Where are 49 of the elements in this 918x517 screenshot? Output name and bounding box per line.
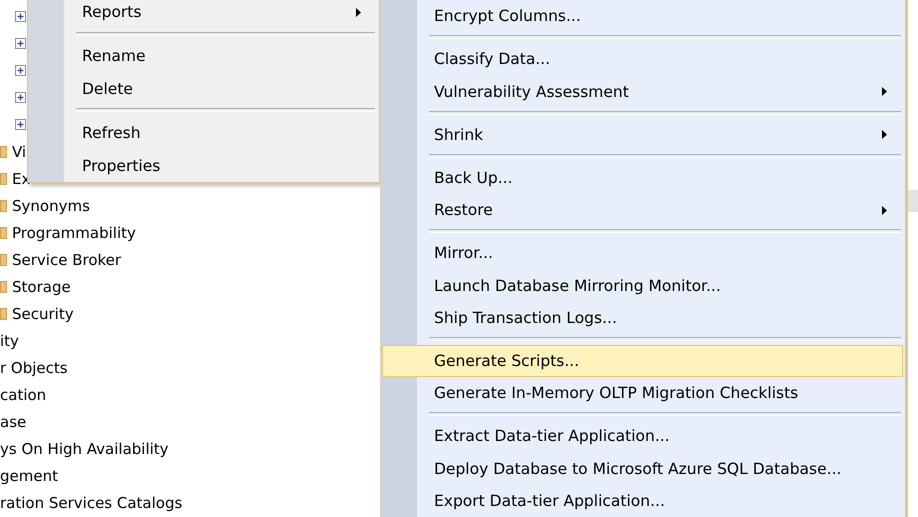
menu-item[interactable]: Launch Database Mirroring Monitor... <box>382 269 903 302</box>
menu-item[interactable]: Reports <box>29 0 377 29</box>
submenu-arrow-icon <box>881 86 888 98</box>
submenu-arrow-icon <box>355 6 362 18</box>
tree-item[interactable]: cation <box>0 386 46 404</box>
submenu-arrow-icon <box>881 129 888 140</box>
expand-icon[interactable] <box>15 11 26 22</box>
menu-item[interactable]: Back Up... <box>382 162 903 194</box>
menu-item[interactable]: Generate Scripts... <box>382 344 903 378</box>
menu-item[interactable]: Classify Data... <box>382 43 903 76</box>
panel-strip <box>908 190 918 212</box>
expand-icon[interactable] <box>15 119 26 130</box>
expand-icon[interactable] <box>15 38 26 49</box>
menu-item[interactable]: Delete <box>29 72 377 106</box>
menu-item[interactable]: Vulnerability Assessment <box>382 75 903 108</box>
menu-item[interactable]: Restore <box>382 194 903 226</box>
folder-icon <box>0 308 7 320</box>
folder-icon <box>0 200 7 212</box>
tree-item[interactable]: ity <box>0 332 19 350</box>
menu-item[interactable]: Shrink <box>382 118 903 151</box>
menu-item[interactable]: Rename <box>29 40 377 73</box>
menu-item[interactable]: Encrypt Columns... <box>382 0 903 32</box>
menu-item[interactable]: Refresh <box>29 116 377 150</box>
tree-item[interactable]: ase <box>0 412 26 430</box>
folder-icon <box>0 146 7 158</box>
tree-item[interactable]: Service Broker <box>12 250 122 268</box>
tree-item[interactable]: Security <box>12 304 74 322</box>
expand-icon[interactable] <box>15 92 26 103</box>
menu-item[interactable]: Deploy Database to Microsoft Azure SQL Database... <box>382 452 903 485</box>
menu-item[interactable]: Generate In-Memory OLTP Migration Checklists <box>382 377 903 410</box>
menu-item[interactable]: Ship Transaction Logs... <box>382 302 903 334</box>
folder-icon <box>0 280 7 292</box>
tree-item[interactable]: Programmability <box>12 224 136 242</box>
tree-item[interactable]: r Objects <box>0 358 68 376</box>
menu-item[interactable]: Extract Data-tier Application... <box>382 420 903 453</box>
folder-icon <box>0 172 7 184</box>
tree-item[interactable]: gement <box>0 466 58 484</box>
menu-item[interactable]: Properties <box>29 149 377 182</box>
submenu-arrow-icon <box>881 204 888 216</box>
tree-item[interactable]: Storage <box>12 278 71 296</box>
menu-item[interactable]: Mirror... <box>382 237 903 270</box>
folder-icon <box>0 226 7 238</box>
tree-item[interactable]: Synonyms <box>12 196 90 214</box>
tree-item[interactable]: ration Services Catalogs <box>0 494 182 512</box>
expand-icon[interactable] <box>15 65 26 76</box>
tree-item[interactable]: Vi <box>12 142 26 160</box>
menu-item[interactable]: Export Data-tier Application... <box>382 484 903 517</box>
tree-item[interactable]: ys On High Availability <box>0 440 169 458</box>
folder-icon <box>0 254 7 266</box>
